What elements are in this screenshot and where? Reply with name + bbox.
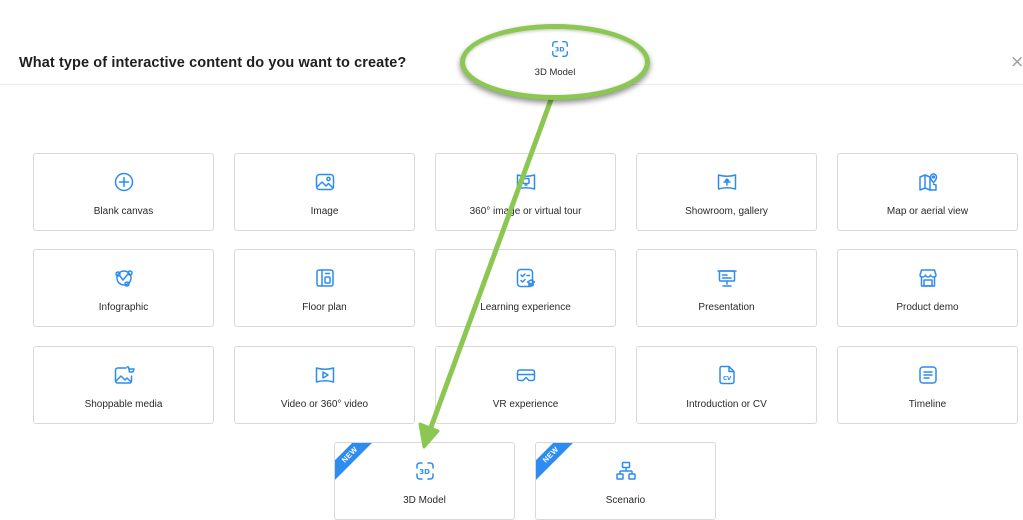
svg-text:CV: CV	[723, 376, 732, 382]
card-label: Scenario	[605, 495, 646, 506]
shoppable-icon	[113, 364, 135, 386]
timeline-icon	[917, 364, 939, 386]
card-360-image[interactable]: 360° image or virtual tour	[435, 153, 616, 231]
card-label: Shoppable media	[84, 399, 163, 410]
card-label: VR experience	[492, 399, 559, 410]
image-icon	[314, 171, 336, 193]
card-label: Product demo	[896, 302, 959, 313]
card-video[interactable]: Video or 360° video	[234, 346, 415, 424]
card-label: Blank canvas	[93, 206, 154, 217]
learning-icon	[515, 267, 537, 289]
showroom-icon	[716, 171, 738, 193]
panorama-icon	[515, 171, 537, 193]
card-label: 360° image or virtual tour	[469, 206, 582, 217]
card-label: Video or 360° video	[280, 399, 369, 410]
card-timeline[interactable]: Timeline	[837, 346, 1018, 424]
store-icon	[917, 267, 939, 289]
card-introduction-cv[interactable]: CV Introduction or CV	[636, 346, 817, 424]
card-label: Infographic	[98, 302, 149, 313]
infographic-icon	[113, 267, 135, 289]
card-showroom[interactable]: Showroom, gallery	[636, 153, 817, 231]
video-icon	[314, 364, 336, 386]
callout-label: 3D Model	[534, 67, 576, 78]
plus-circle-icon	[113, 171, 135, 193]
card-label: Map or aerial view	[886, 206, 969, 217]
card-label: Presentation	[698, 302, 755, 313]
card-map[interactable]: Map or aerial view	[837, 153, 1018, 231]
cv-document-icon: CV	[716, 364, 738, 386]
card-presentation[interactable]: Presentation	[636, 249, 817, 327]
card-learning[interactable]: Learning experience	[435, 249, 616, 327]
card-label: Showroom, gallery	[685, 206, 768, 217]
3d-model-icon: 3D	[550, 39, 570, 59]
card-label: Floor plan	[302, 302, 347, 313]
card-label: Learning experience	[480, 302, 571, 313]
card-floor-plan[interactable]: Floor plan	[234, 249, 415, 327]
floor-plan-icon	[314, 267, 336, 289]
card-scenario[interactable]: NEW Scenario	[535, 442, 716, 520]
card-image[interactable]: Image	[234, 153, 415, 231]
presentation-icon	[716, 267, 738, 289]
card-3d-model[interactable]: NEW 3D 3D Model	[334, 442, 515, 520]
card-label: Image	[310, 206, 339, 217]
scenario-icon	[615, 460, 637, 482]
card-infographic[interactable]: Infographic	[33, 249, 214, 327]
card-vr[interactable]: VR experience	[435, 346, 616, 424]
card-blank-canvas[interactable]: Blank canvas	[33, 153, 214, 231]
3d-model-callout: 3D 3D Model	[460, 24, 650, 100]
svg-text:3D: 3D	[419, 468, 430, 476]
map-icon	[917, 171, 939, 193]
close-icon[interactable]: ×	[1010, 52, 1023, 72]
new-badge: NEW	[335, 443, 382, 487]
3d-model-icon: 3D	[414, 460, 436, 482]
new-badge: NEW	[536, 443, 583, 487]
card-label: Introduction or CV	[686, 399, 767, 410]
card-label: 3D Model	[403, 495, 446, 506]
vr-headset-icon	[515, 364, 537, 386]
card-label: Timeline	[908, 399, 947, 410]
svg-text:3D: 3D	[555, 47, 565, 54]
dialog-title: What type of interactive content do you …	[19, 55, 407, 71]
card-shoppable-media[interactable]: Shoppable media	[33, 346, 214, 424]
card-product-demo[interactable]: Product demo	[837, 249, 1018, 327]
